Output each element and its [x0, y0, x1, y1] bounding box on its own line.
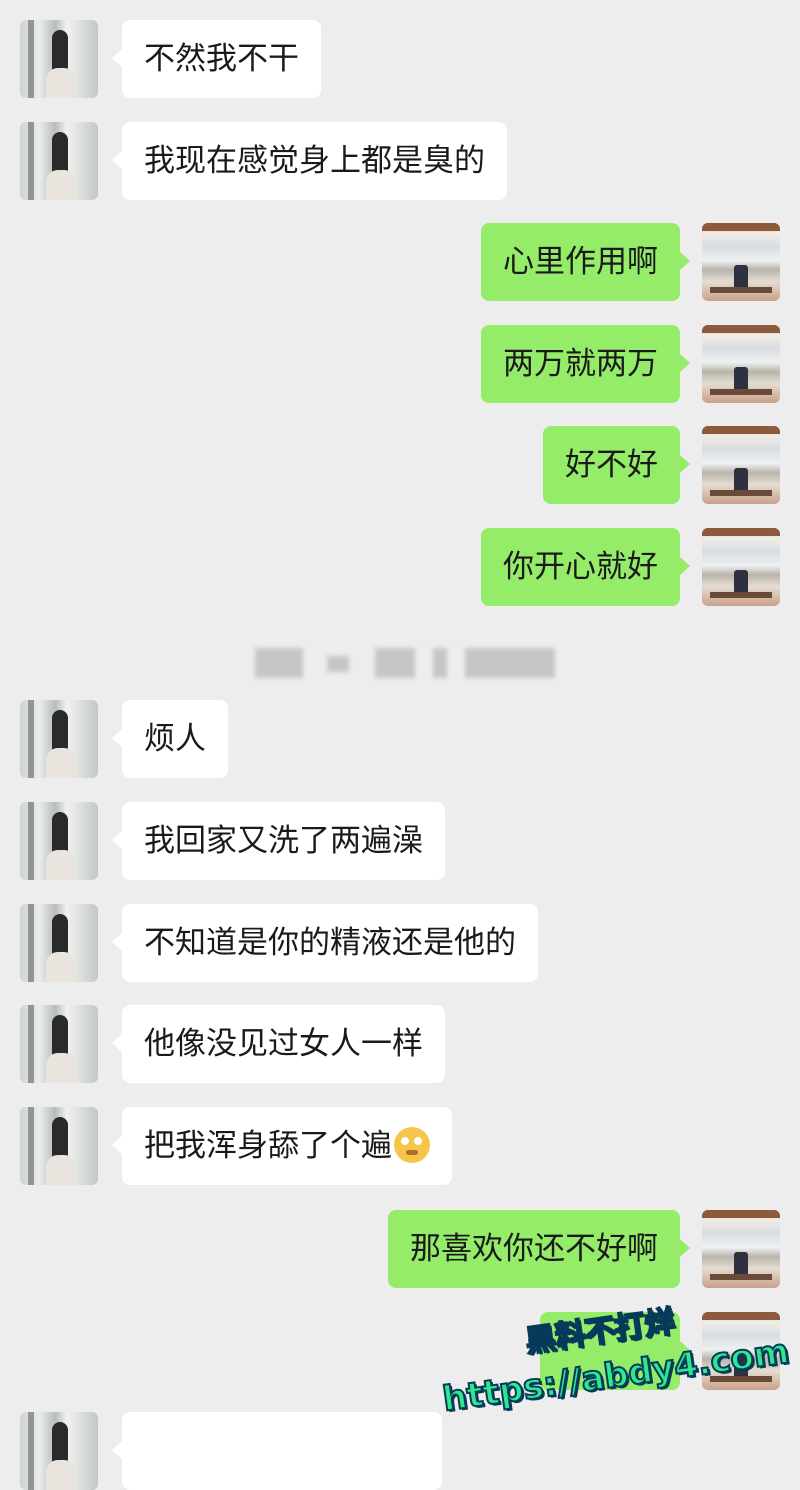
received-message-bubble-cutoff[interactable] [112, 1412, 442, 1490]
contact-avatar[interactable] [20, 700, 98, 778]
contact-avatar[interactable] [20, 802, 98, 880]
sent-message-bubble[interactable]: 心里作用啊 [481, 223, 690, 301]
received-message-bubble[interactable]: 把我浑身舔了个遍 [112, 1107, 452, 1185]
contact-avatar[interactable] [20, 1107, 98, 1185]
contact-avatar[interactable] [20, 1005, 98, 1083]
received-message-bubble[interactable]: 烦人 [112, 700, 228, 778]
contact-avatar[interactable] [20, 1412, 98, 1490]
my-avatar[interactable] [702, 1210, 780, 1288]
received-message-bubble[interactable]: 我现在感觉身上都是臭的 [112, 122, 507, 200]
my-avatar[interactable] [702, 223, 780, 301]
timestamp-redacted [255, 648, 555, 678]
sent-message-bubble[interactable]: 两万就两万 [481, 325, 690, 403]
sent-message-bubble[interactable]: 你开心就好 [481, 528, 690, 606]
my-avatar[interactable] [702, 325, 780, 403]
received-message-bubble[interactable]: 不然我不干 [112, 20, 321, 98]
my-avatar[interactable] [702, 528, 780, 606]
received-message-bubble[interactable]: 我回家又洗了两遍澡 [112, 802, 445, 880]
drooling-face-emoji-icon [394, 1126, 430, 1163]
my-avatar[interactable] [702, 426, 780, 504]
site-watermark: 黑料不打烊 https://abdy4.com [434, 1290, 792, 1445]
contact-avatar[interactable] [20, 20, 98, 98]
received-message-bubble[interactable]: 不知道是你的精液还是他的 [112, 904, 538, 982]
sent-message-bubble[interactable]: 好不好 [543, 426, 690, 504]
message-text: 把我浑身舔了个遍 [144, 1128, 392, 1164]
chat-window: 不然我不干 我现在感觉身上都是臭的 心里作用啊 两万就两万 好不好 你开心就好 … [0, 0, 800, 1490]
contact-avatar[interactable] [20, 122, 98, 200]
contact-avatar[interactable] [20, 904, 98, 982]
received-message-bubble[interactable]: 他像没见过女人一样 [112, 1005, 445, 1083]
sent-message-bubble[interactable]: 那喜欢你还不好啊 [388, 1210, 690, 1288]
